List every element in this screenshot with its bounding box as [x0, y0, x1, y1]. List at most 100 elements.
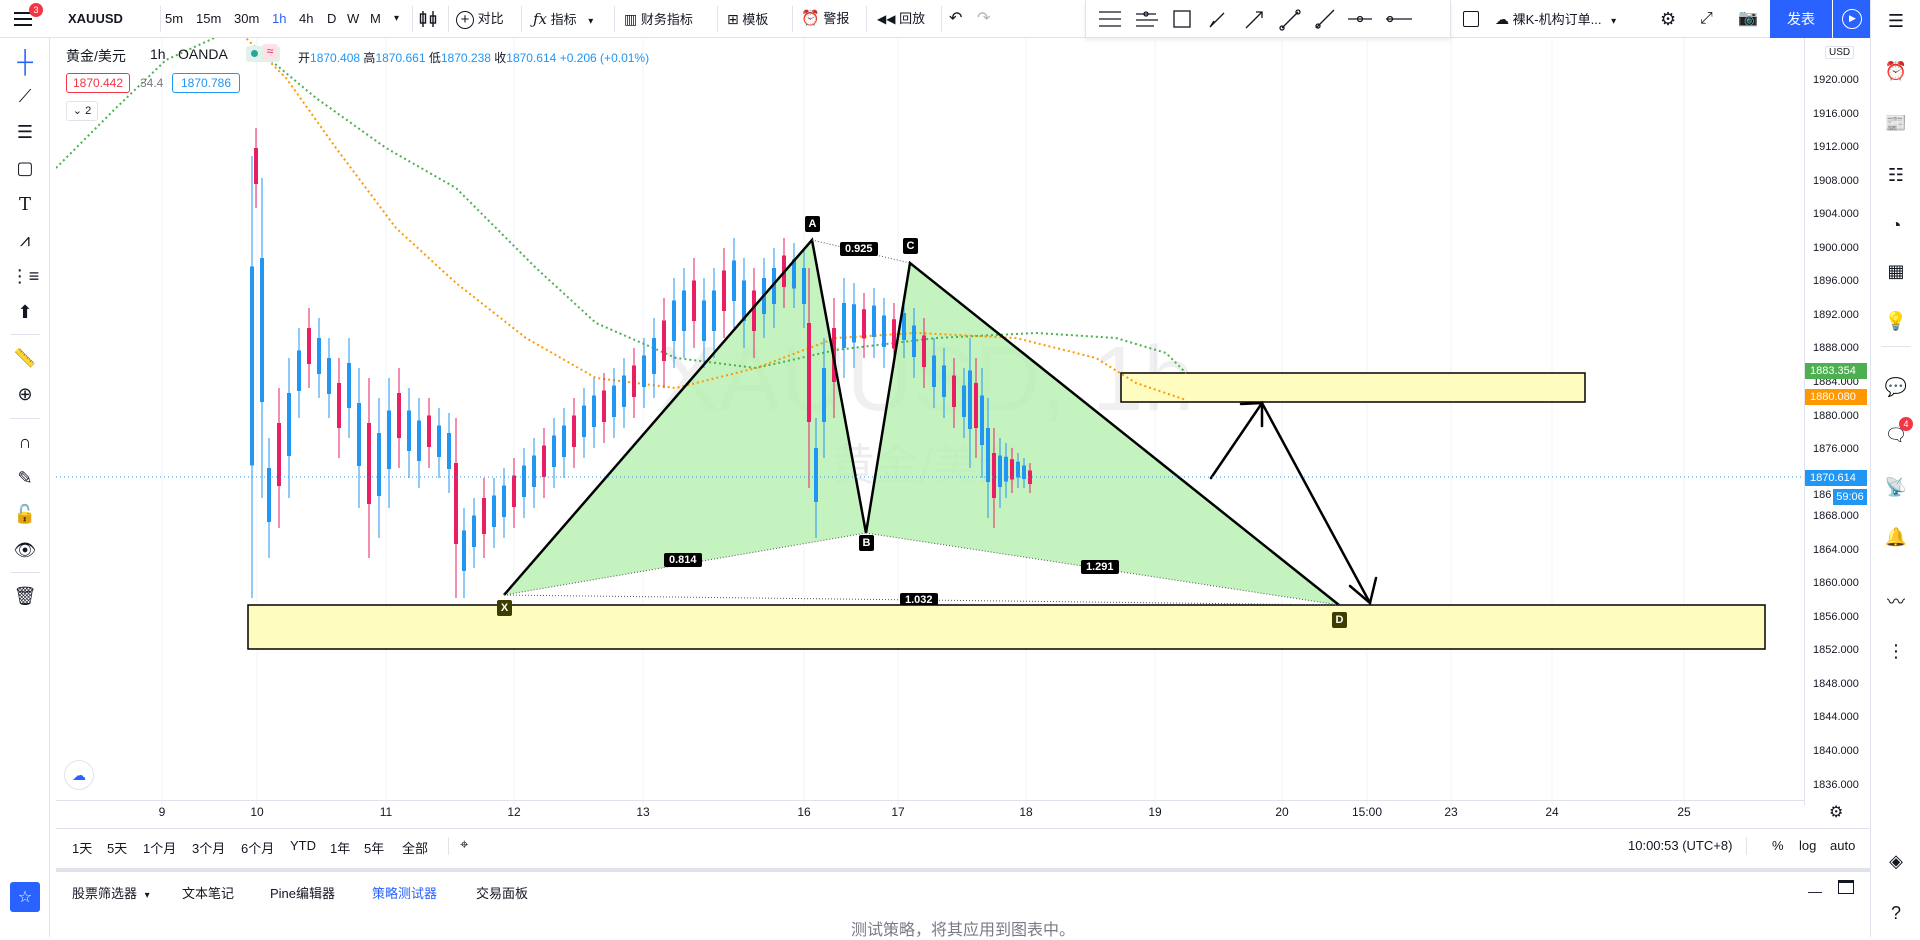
fib-retracement-icon[interactable]: ☰	[10, 118, 40, 146]
settings-gear-icon[interactable]: ⚙	[1660, 0, 1676, 38]
news-icon[interactable]: 📰	[1881, 108, 1911, 138]
fib-icon[interactable]	[1099, 11, 1121, 27]
chevron-down-icon[interactable]: ▾	[394, 0, 399, 38]
text-icon[interactable]: T	[10, 190, 40, 218]
tradingview-logo-icon[interactable]: ☁	[64, 760, 94, 790]
zoom-in-icon[interactable]: ⊕	[10, 380, 40, 408]
interval-m[interactable]: M	[370, 0, 381, 38]
tab-trading-panel[interactable]: 交易面板	[476, 883, 528, 902]
time-axis[interactable]: 9 10 11 12 13 16 17 18 19 20 15:00 23 24 25	[56, 800, 1804, 824]
tab-pine-editor[interactable]: Pine编辑器	[270, 883, 335, 902]
rectangle-icon[interactable]: ▢	[10, 154, 40, 182]
trend-line-icon[interactable]	[1279, 9, 1301, 31]
chart-pane[interactable]: XAUUSD, 1h 黄金/美元 X A B C D 0.92	[56, 38, 1804, 805]
data-window-icon[interactable]: ⋮	[1881, 636, 1911, 666]
interval-w[interactable]: W	[347, 0, 359, 38]
percent-scale-toggle[interactable]: %	[1772, 838, 1784, 853]
pattern-bcd[interactable]	[866, 263, 1339, 605]
tab-strategy-tester[interactable]: 策略测试器	[372, 883, 437, 902]
undo-icon[interactable]: ↶	[949, 0, 962, 38]
range-1m[interactable]: 1个月	[143, 838, 176, 857]
unlock-icon[interactable]: 🔓	[10, 500, 40, 528]
ruler-icon[interactable]: 📏	[10, 344, 40, 372]
star-icon[interactable]: ☆	[10, 882, 40, 912]
lock-pencil-icon[interactable]: ✎	[10, 464, 40, 492]
replay-button[interactable]: ◀◀ 回放	[877, 0, 925, 38]
hotlist-icon[interactable]: ◔	[1881, 210, 1911, 240]
layout-button[interactable]: ☁ 裸K-机构订单... ▾	[1495, 0, 1616, 38]
stop-square-icon[interactable]	[1463, 11, 1479, 27]
range-all[interactable]: 全部	[402, 838, 428, 857]
currency-badge[interactable]: USD	[1825, 46, 1855, 59]
interval-30m[interactable]: 30m	[234, 0, 259, 38]
crosshair-icon[interactable]: ┼	[10, 48, 40, 76]
compare-button[interactable]: + 对比	[456, 0, 504, 38]
alerts-button[interactable]: ⏰ 警报	[801, 0, 849, 38]
eye-icon[interactable]: 👁	[10, 536, 40, 564]
legend-source[interactable]: OANDA	[178, 46, 228, 62]
candles-icon[interactable]	[418, 0, 438, 38]
fib-channel-icon[interactable]	[1136, 11, 1158, 27]
chat-icon[interactable]: 💬	[1881, 372, 1911, 402]
rectangle-icon[interactable]	[1173, 10, 1191, 28]
interval-15m[interactable]: 15m	[196, 0, 221, 38]
financials-button[interactable]: ▥ 财务指标	[624, 0, 693, 38]
auto-scale-toggle[interactable]: auto	[1830, 838, 1855, 853]
supply-zone[interactable]	[1120, 372, 1586, 403]
demand-zone[interactable]	[247, 604, 1766, 650]
calendar-icon[interactable]: ▦	[1881, 256, 1911, 286]
ray-icon[interactable]	[1315, 9, 1335, 29]
axis-settings-gear-icon[interactable]: ⚙	[1829, 802, 1843, 822]
ask-price[interactable]: 1870.786	[172, 73, 240, 93]
trend-line-icon[interactable]: ⟋	[10, 82, 40, 110]
streams-icon[interactable]: 📡	[1881, 472, 1911, 502]
horizontal-line-icon[interactable]	[1348, 15, 1372, 23]
tab-text-notes[interactable]: 文本笔记	[182, 883, 234, 902]
help-icon[interactable]: ?	[1881, 898, 1911, 928]
bell-icon[interactable]: 🔔	[1881, 522, 1911, 552]
trash-icon[interactable]: 🗑	[10, 582, 40, 610]
range-5y[interactable]: 5年	[364, 838, 384, 857]
interval-1h[interactable]: 1h	[272, 0, 286, 38]
arrow-icon[interactable]	[1245, 11, 1263, 29]
price-axis[interactable]: 1920.000 1916.000 1912.000 1908.000 1904.000…	[1804, 38, 1868, 805]
play-icon[interactable]: ▶	[1833, 0, 1870, 38]
fullscreen-icon[interactable]: ⤢	[1700, 0, 1713, 38]
goto-date-icon[interactable]: ⌖	[460, 836, 468, 853]
legend-title[interactable]: 黄金/美元	[66, 46, 126, 66]
arrow-up-icon[interactable]: ⬆	[10, 298, 40, 326]
redo-icon[interactable]: ↷	[977, 0, 990, 38]
tab-stock-screener[interactable]: 股票筛选器 ▾	[72, 883, 150, 902]
notifications-chat-icon[interactable]: 🗨 4	[1881, 417, 1913, 450]
market-status-icon[interactable]: ≈	[246, 44, 280, 62]
range-1d[interactable]: 1天	[72, 838, 92, 857]
list-details-icon[interactable]: ☷	[1881, 160, 1911, 190]
interval-4h[interactable]: 4h	[299, 0, 313, 38]
range-3m[interactable]: 3个月	[192, 838, 225, 857]
interval-5m[interactable]: 5m	[165, 0, 183, 38]
pattern-icon[interactable]: ⩘	[10, 226, 40, 254]
bid-price[interactable]: 1870.442	[66, 73, 130, 93]
horizontal-ray-icon[interactable]	[1386, 15, 1412, 23]
menu-button[interactable]: 3	[14, 3, 43, 28]
maximize-icon[interactable]	[1838, 880, 1854, 894]
watchlist-icon[interactable]: ☰	[1881, 6, 1911, 36]
lightbulb-icon[interactable]: 💡	[1881, 306, 1911, 336]
minimize-icon[interactable]: —	[1808, 883, 1822, 899]
interval-d[interactable]: D	[327, 0, 336, 38]
magnet-icon[interactable]: ∩	[10, 428, 40, 456]
indicators-button[interactable]: ƒx 指标 ▾	[533, 0, 593, 38]
brush-icon[interactable]	[1209, 12, 1225, 28]
camera-icon[interactable]: 📷	[1738, 0, 1758, 38]
clock-display[interactable]: 10:00:53 (UTC+8)	[1628, 838, 1732, 853]
symbol-search[interactable]: XAUUSD	[68, 0, 123, 38]
trend-icon[interactable]: 〰	[1881, 586, 1911, 616]
range-ytd[interactable]: YTD	[290, 838, 316, 853]
range-1y[interactable]: 1年	[330, 838, 350, 857]
collapse-indicators-button[interactable]: ⌄ 2	[66, 101, 98, 121]
log-scale-toggle[interactable]: log	[1799, 838, 1816, 853]
alarm-clock-icon[interactable]: ⏰	[1881, 56, 1911, 86]
range-6m[interactable]: 6个月	[241, 838, 274, 857]
templates-button[interactable]: ⊞ 模板	[727, 0, 768, 38]
legend-interval[interactable]: 1h	[150, 46, 166, 62]
